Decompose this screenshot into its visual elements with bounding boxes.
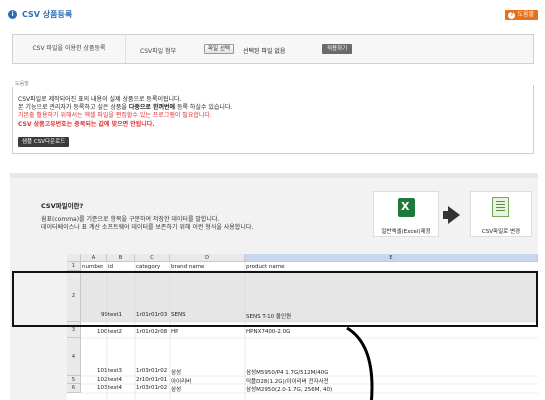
question-icon: ? [508, 12, 516, 19]
help-legend: 도움말 [12, 80, 32, 87]
csv-question-heading: CSV파일이란? [41, 202, 84, 210]
help-line-4-text: CSV 상품고유번호는 중복되는 값에 맞으면 안됩니다. [18, 121, 155, 128]
highlight-frame [12, 271, 538, 327]
file-status-text: 선택된 파일 없음 [243, 48, 286, 55]
csv-tile: CSV파일로 변경 [470, 191, 532, 237]
csv-desc-2: 데이터베이스나 표 계산 소프트웨어 데이터를 보존하기 위해 이런 형식을 사… [41, 224, 254, 231]
help-box: CSV파일로 제작되어진 표의 내용이 실제 상품으로 등록이됩니다. 본 기능… [12, 85, 534, 154]
excel-icon [398, 198, 415, 217]
section-divider [10, 173, 538, 178]
apply-button[interactable]: 적용하기 [322, 44, 353, 54]
upload-tab-label: CSV 파일을 이용한 상품등록 [13, 35, 126, 63]
help-button[interactable]: ? 도움말 [505, 10, 538, 20]
help-line-3: 기본출 활용하기 위해서는 엑셀 파일을 편집할수 있는 프로그램이 필요합니다… [18, 112, 212, 119]
info-icon: i [8, 10, 17, 19]
csv-tile-label: CSV파일로 변경 [481, 229, 521, 235]
file-select-button[interactable]: 파일 선택 [204, 44, 234, 54]
curved-arrow-line [346, 326, 374, 400]
help-button-label: 도움말 [517, 11, 534, 18]
csv-file-icon [492, 197, 509, 217]
upload-panel: CSV 파일을 이용한 상품등록 CSV파일 첨부 파일 선택 선택된 파일 없… [12, 34, 534, 64]
help-line-4: CSV 상품고유번호는 중복되는 값에 맞으면 안됩니다. [18, 119, 155, 128]
page-header: i CSV 상품등록 ? 도움말 [8, 8, 538, 24]
arrow-right-icon [448, 206, 460, 224]
page-title: CSV 상품등록 [22, 10, 73, 19]
excel-tile: 일반엑셀(Excel)제정 [373, 191, 439, 237]
csv-attach-label: CSV파일 첨부 [140, 48, 177, 55]
sample-csv-download-button[interactable]: 샘플 CSV다운로드 [18, 137, 70, 147]
excel-tile-label: 일반엑셀(Excel)제정 [381, 229, 431, 235]
